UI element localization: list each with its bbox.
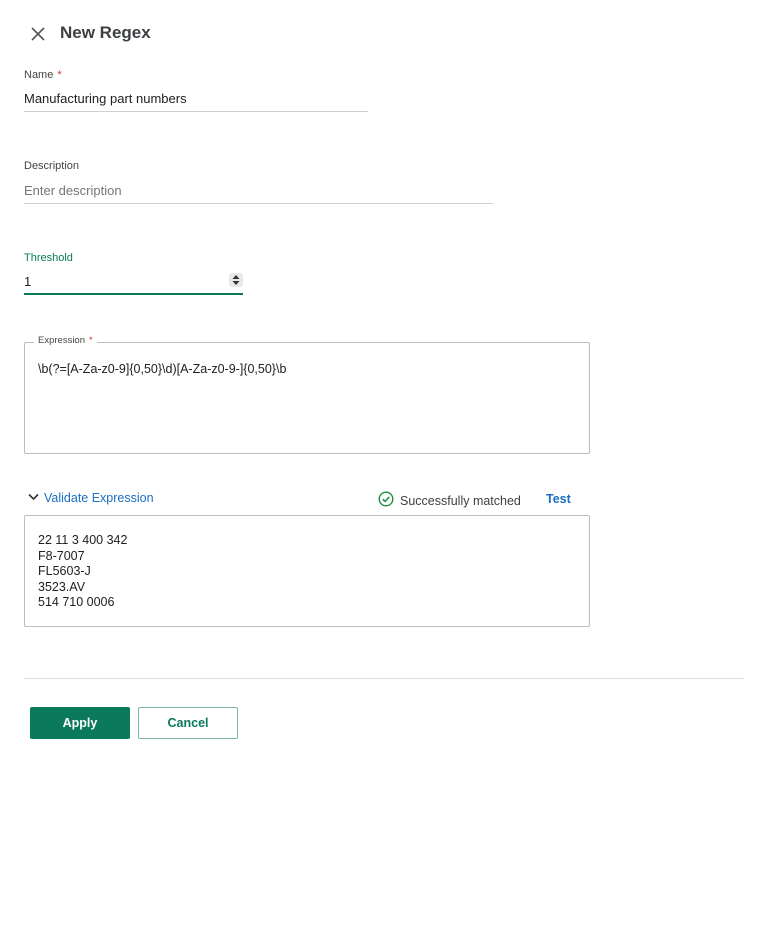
required-mark: * [57, 69, 62, 81]
cancel-button[interactable]: Cancel [138, 707, 238, 739]
test-button[interactable]: Test [546, 492, 571, 506]
description-label: Description [24, 160, 80, 172]
name-label-text: Name [24, 69, 54, 81]
footer-divider [24, 678, 744, 679]
test-line: 3523.AV [38, 579, 86, 594]
stepper-arrows-icon[interactable] [229, 273, 243, 287]
test-line: FL5603-J [38, 564, 91, 578]
test-line: 22 11 3 400 342 [38, 533, 128, 547]
description-underline [24, 203, 493, 204]
apply-button[interactable]: Apply [30, 707, 130, 739]
name-label: Name * [24, 69, 62, 81]
required-mark: * [89, 335, 93, 346]
name-input[interactable] [24, 90, 368, 106]
expression-textarea[interactable] [24, 342, 590, 454]
page-title: New Regex [60, 23, 151, 42]
match-status: Successfully matched [378, 491, 521, 510]
name-underline [24, 111, 368, 112]
validate-expression-label: Validate Expression [44, 491, 154, 505]
threshold-input[interactable] [24, 273, 224, 289]
match-status-text: Successfully matched [400, 493, 521, 508]
threshold-label: Threshold [24, 252, 73, 264]
validate-expression-toggle[interactable]: Validate Expression [27, 490, 154, 506]
expression-label: Expression * [34, 335, 97, 346]
test-line: F8-7007 [38, 548, 85, 563]
close-icon[interactable] [29, 25, 47, 43]
expression-value: \b(?=[A-Za-z0-9]{0,50}\d)[A-Za-z0-9-]{0,… [38, 362, 287, 376]
chevron-down-icon [27, 490, 40, 506]
test-line: 514 710 0006 [38, 595, 115, 609]
description-input[interactable] [24, 182, 492, 198]
expression-label-text: Expression [38, 335, 85, 346]
check-circle-icon [378, 491, 394, 510]
test-strings-list: 22 11 3 400 342 F8-7007 FL5603-J 3523.AV… [38, 533, 127, 611]
threshold-underline-active [24, 293, 243, 295]
